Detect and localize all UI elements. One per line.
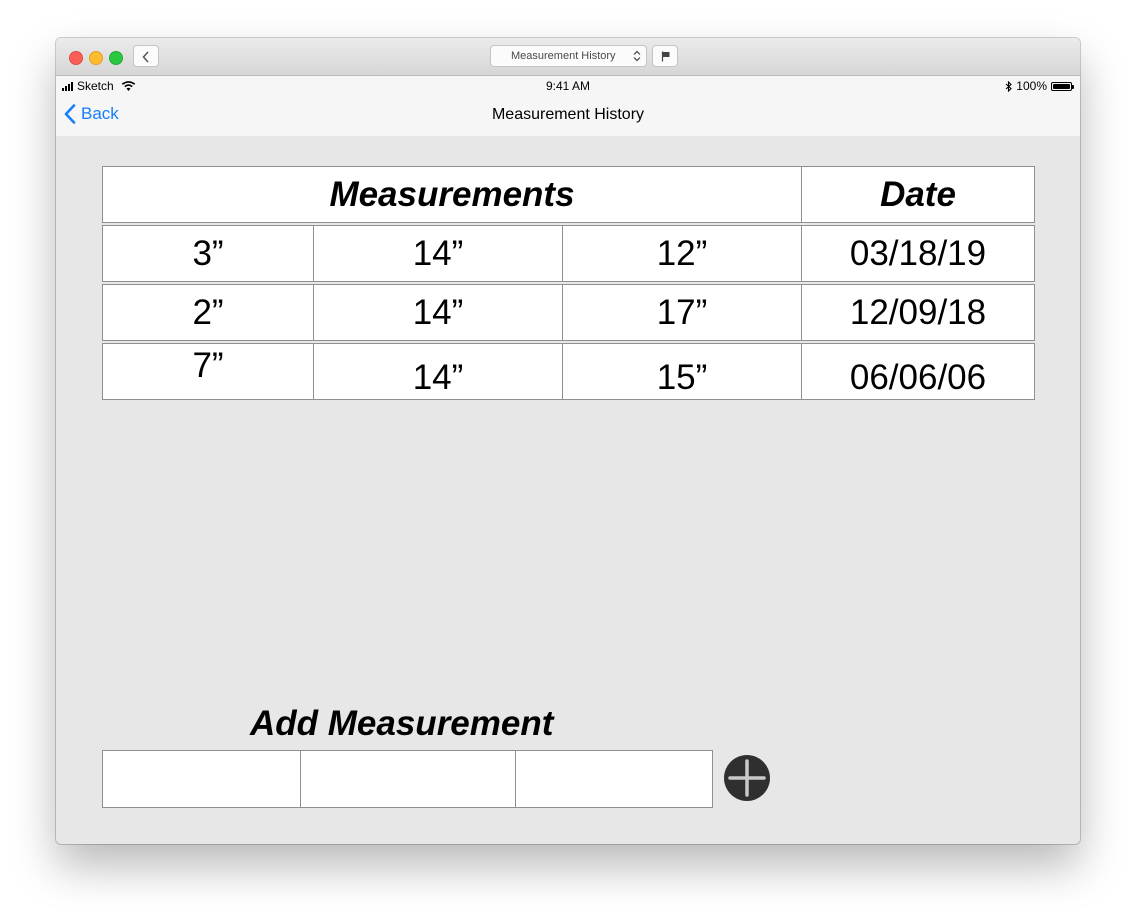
header-measurements: Measurements — [103, 167, 802, 222]
measurement-cell: 12” — [563, 226, 802, 281]
measurement-input-2[interactable] — [301, 751, 516, 807]
flag-button[interactable] — [652, 45, 678, 67]
status-time: 9:41 AM — [545, 79, 591, 93]
close-window-button[interactable] — [69, 51, 83, 65]
measurement-cell: 15” — [563, 344, 802, 399]
status-right: 100% — [1005, 79, 1074, 93]
plus-circle-icon — [728, 759, 766, 797]
table-row: 3” 14” 12” 03/18/19 — [102, 225, 1035, 282]
artboard-select-label: Measurement History — [511, 50, 616, 62]
measurement-table: Measurements Date 3” 14” 12” 03/18/19 2”… — [102, 166, 1035, 402]
measurement-input-1[interactable] — [103, 751, 301, 807]
bluetooth-icon — [1005, 80, 1013, 92]
date-cell: 12/09/18 — [849, 292, 987, 332]
header-date: Date — [880, 174, 956, 214]
measurement-cell: 7” — [103, 344, 314, 399]
app-window: Measurement History Sketch 9:41 AM 100% … — [56, 38, 1080, 844]
artboard-select[interactable]: Measurement History — [490, 45, 647, 67]
date-cell: 03/18/19 — [849, 233, 987, 273]
add-measurement-button[interactable] — [724, 755, 770, 801]
battery-fill — [1053, 83, 1070, 89]
table-row: 7” 14” 15” 06/06/06 — [102, 343, 1035, 400]
measurement-cell: 14” — [314, 226, 563, 281]
add-measurement-inputs — [102, 750, 713, 808]
add-measurement-title: Add Measurement — [250, 704, 554, 743]
chevron-updown-icon — [633, 50, 641, 62]
flag-icon — [661, 51, 670, 62]
measurement-cell: 3” — [103, 226, 314, 281]
window-titlebar: Measurement History — [56, 38, 1080, 76]
battery-percent: 100% — [1016, 79, 1047, 93]
table-row: 2” 14” 17” 12/09/18 — [102, 284, 1035, 341]
measurement-cell: 17” — [563, 285, 802, 340]
maximize-window-button[interactable] — [109, 51, 123, 65]
date-cell: 06/06/06 — [849, 357, 987, 397]
minimize-window-button[interactable] — [89, 51, 103, 65]
measurement-input-3[interactable] — [516, 751, 712, 807]
battery-icon — [1051, 81, 1074, 91]
navigation-bar: Back Measurement History — [56, 96, 1080, 136]
measurement-cell: 14” — [314, 344, 563, 399]
toolbar-back-button[interactable] — [133, 45, 159, 67]
chevron-left-icon — [142, 51, 149, 63]
measurement-cell: 2” — [103, 285, 314, 340]
measurement-cell: 14” — [314, 285, 563, 340]
ios-status-bar: Sketch 9:41 AM 100% — [56, 76, 1080, 96]
page-title: Measurement History — [491, 106, 645, 123]
table-header: Measurements Date — [102, 166, 1035, 223]
